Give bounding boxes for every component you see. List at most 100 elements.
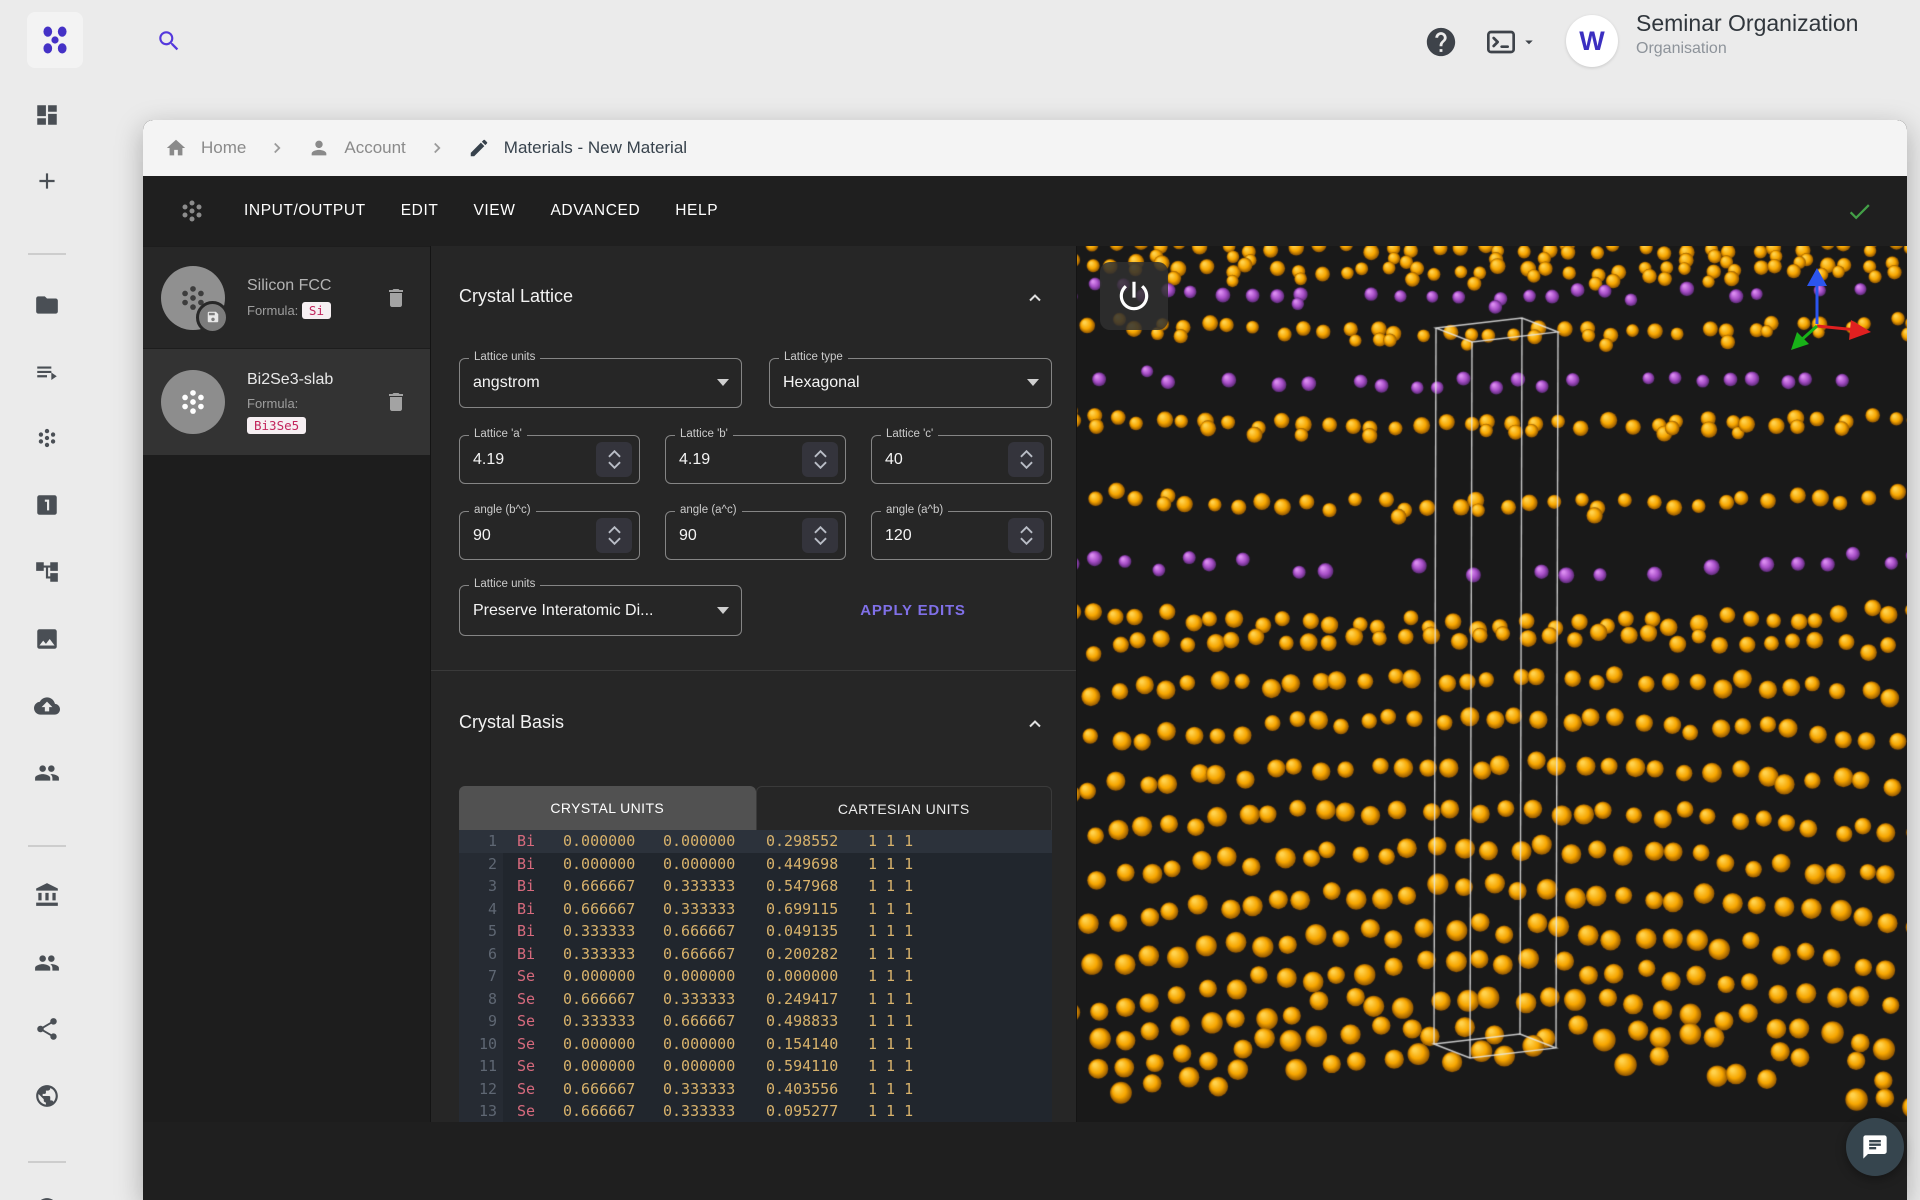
sidebar-item-people-icon[interactable] bbox=[34, 950, 60, 976]
home-icon[interactable] bbox=[165, 137, 187, 159]
material-item[interactable]: Silicon FCCFormula: Si bbox=[143, 247, 430, 348]
sidebar-item-jobs-icon[interactable] bbox=[34, 360, 60, 386]
avatar-letter: W bbox=[1579, 26, 1604, 57]
menu-help[interactable]: HELP bbox=[675, 202, 718, 219]
stepper-control[interactable] bbox=[1008, 518, 1044, 553]
collapse-lattice-icon[interactable] bbox=[1025, 288, 1045, 308]
apply-edits-button[interactable]: APPLY EDITS bbox=[833, 585, 993, 636]
org-name: Seminar Organization bbox=[1636, 10, 1858, 37]
saved-check-icon bbox=[1846, 198, 1873, 225]
basis-atom-row[interactable]: 4Bi0.6666670.3333330.6991151 1 1 bbox=[459, 898, 1052, 921]
chat-launcher-button[interactable] bbox=[1846, 1118, 1904, 1176]
crystal-lattice-title: Crystal Lattice bbox=[459, 286, 573, 307]
edit-units-select[interactable]: Lattice units Preserve Interatomic Di... bbox=[459, 585, 742, 636]
sidebar-item-materials-icon[interactable] bbox=[34, 425, 60, 451]
basis-atom-row[interactable]: 9Se0.3333330.6666670.4988331 1 1 bbox=[459, 1010, 1052, 1033]
lattice-a-input[interactable]: Lattice 'a' 4.19 bbox=[459, 435, 640, 484]
formula-chip: Si bbox=[302, 302, 331, 319]
main-window: Home Account Materials - New Material IN… bbox=[143, 120, 1907, 1200]
breadcrumb-current: Materials - New Material bbox=[504, 138, 687, 158]
lattice-units-select[interactable]: Lattice units angstrom bbox=[459, 358, 742, 408]
lattice-type-select[interactable]: Lattice type Hexagonal bbox=[769, 358, 1052, 408]
basis-atom-row[interactable]: 5Bi0.3333330.6666670.0491351 1 1 bbox=[459, 920, 1052, 943]
menu-view[interactable]: VIEW bbox=[473, 202, 515, 219]
basis-atom-row[interactable]: 1Bi0.0000000.0000000.2985521 1 1 bbox=[459, 830, 1052, 853]
help-icon[interactable] bbox=[1424, 25, 1458, 59]
sidebar-divider bbox=[28, 253, 66, 255]
basis-units-tabs: CRYSTAL UNITSCARTESIAN UNITS bbox=[459, 786, 1052, 830]
material-avatar bbox=[161, 266, 225, 330]
sidebar-item-one-icon[interactable] bbox=[34, 492, 60, 518]
stepper-control[interactable] bbox=[596, 518, 632, 553]
sidebar-item-workflows-icon[interactable] bbox=[34, 559, 60, 585]
search-icon[interactable] bbox=[150, 22, 188, 60]
app-logo-icon[interactable] bbox=[27, 12, 83, 68]
sidebar-item-folder-icon[interactable] bbox=[34, 292, 60, 318]
menu-advanced[interactable]: ADVANCED bbox=[550, 202, 640, 219]
basis-atom-row[interactable]: 8Se0.6666670.3333330.2494171 1 1 bbox=[459, 988, 1052, 1011]
chevron-down-icon bbox=[1520, 33, 1538, 51]
stepper-control[interactable] bbox=[802, 518, 838, 553]
formula-chip: Bi3Se5 bbox=[247, 417, 306, 434]
sidebar-item-plus-icon[interactable] bbox=[34, 168, 60, 194]
sidebar-item-share-icon[interactable] bbox=[34, 1016, 60, 1042]
sidebar-item-globe-icon[interactable] bbox=[34, 1196, 60, 1200]
delete-material-button[interactable] bbox=[384, 388, 410, 416]
window-footer bbox=[143, 1122, 1907, 1200]
angle-bc-input[interactable]: angle (b^c) 90 bbox=[459, 511, 640, 560]
stepper-control[interactable] bbox=[802, 442, 838, 477]
structure-viewer-panel[interactable] bbox=[1077, 246, 1907, 1122]
tab-crystal-units[interactable]: CRYSTAL UNITS bbox=[459, 786, 756, 830]
chevron-right-icon bbox=[268, 139, 286, 157]
crystal-basis-title: Crystal Basis bbox=[459, 712, 564, 733]
dropdown-caret-icon bbox=[1027, 379, 1039, 386]
sidebar-item-team-icon[interactable] bbox=[34, 760, 60, 786]
sidebar-item-upload-icon[interactable] bbox=[34, 693, 60, 719]
material-formula: Formula: Si bbox=[247, 302, 384, 319]
lattice-b-input[interactable]: Lattice 'b' 4.19 bbox=[665, 435, 846, 484]
section-divider bbox=[431, 670, 1076, 671]
stepper-control[interactable] bbox=[1008, 442, 1044, 477]
lattice-units-value: angstrom bbox=[473, 359, 540, 407]
molecule-icon bbox=[177, 196, 207, 226]
sidebar-item-images-icon[interactable] bbox=[34, 626, 60, 652]
menu-edit[interactable]: EDIT bbox=[401, 202, 439, 219]
sidebar-item-globe-icon[interactable] bbox=[34, 1083, 60, 1109]
menu-input-output[interactable]: INPUT/OUTPUT bbox=[244, 202, 366, 219]
delete-material-button[interactable] bbox=[384, 284, 410, 312]
stepper-control[interactable] bbox=[596, 442, 632, 477]
breadcrumb-home[interactable]: Home bbox=[201, 138, 246, 158]
sidebar-item-dashboard-icon[interactable] bbox=[34, 102, 60, 128]
basis-atom-row[interactable]: 11Se0.0000000.0000000.5941101 1 1 bbox=[459, 1055, 1052, 1078]
basis-atom-row[interactable]: 13Se0.6666670.3333330.0952771 1 1 bbox=[459, 1100, 1052, 1122]
chevron-right-icon bbox=[428, 139, 446, 157]
structure-3d-canvas[interactable] bbox=[1077, 246, 1907, 1122]
basis-atom-row[interactable]: 2Bi0.0000000.0000000.4496981 1 1 bbox=[459, 853, 1052, 876]
basis-atom-row[interactable]: 10Se0.0000000.0000000.1541401 1 1 bbox=[459, 1033, 1052, 1056]
dropdown-caret-icon bbox=[717, 379, 729, 386]
basis-atom-row[interactable]: 6Bi0.3333330.6666670.2002821 1 1 bbox=[459, 943, 1052, 966]
basis-atom-row[interactable]: 3Bi0.6666670.3333330.5479681 1 1 bbox=[459, 875, 1052, 898]
sidebar-divider bbox=[28, 1161, 66, 1163]
collapse-basis-icon[interactable] bbox=[1025, 714, 1045, 734]
breadcrumb: Home Account Materials - New Material bbox=[143, 120, 1907, 176]
sidebar-item-organization-icon[interactable] bbox=[34, 882, 60, 908]
basis-atom-row[interactable]: 12Se0.6666670.3333330.4035561 1 1 bbox=[459, 1078, 1052, 1101]
console-dropdown-icon[interactable] bbox=[1482, 26, 1540, 58]
angle-ab-input[interactable]: angle (a^b) 120 bbox=[871, 511, 1052, 560]
basis-atom-row[interactable]: 7Se0.0000000.0000000.0000001 1 1 bbox=[459, 965, 1052, 988]
avatar[interactable]: W bbox=[1566, 15, 1618, 67]
angle-ac-input[interactable]: angle (a^c) 90 bbox=[665, 511, 846, 560]
viewer-power-button[interactable] bbox=[1100, 262, 1168, 330]
basis-code-editor[interactable]: 1Bi0.0000000.0000000.2985521 1 12Bi0.000… bbox=[459, 830, 1052, 1122]
dropdown-caret-icon bbox=[717, 607, 729, 614]
breadcrumb-account[interactable]: Account bbox=[344, 138, 405, 158]
material-formula: Formula:Bi3Se5 bbox=[247, 396, 384, 434]
tab-cartesian-units[interactable]: CARTESIAN UNITS bbox=[756, 786, 1053, 830]
material-item[interactable]: Bi2Se3-slabFormula:Bi3Se5 bbox=[143, 349, 430, 455]
sidebar bbox=[0, 84, 96, 1200]
lattice-c-input[interactable]: Lattice 'c' 40 bbox=[871, 435, 1052, 484]
page: W Seminar Organization Organisation Home… bbox=[0, 0, 1920, 1200]
saved-badge-icon bbox=[196, 301, 229, 334]
person-icon[interactable] bbox=[308, 137, 330, 159]
